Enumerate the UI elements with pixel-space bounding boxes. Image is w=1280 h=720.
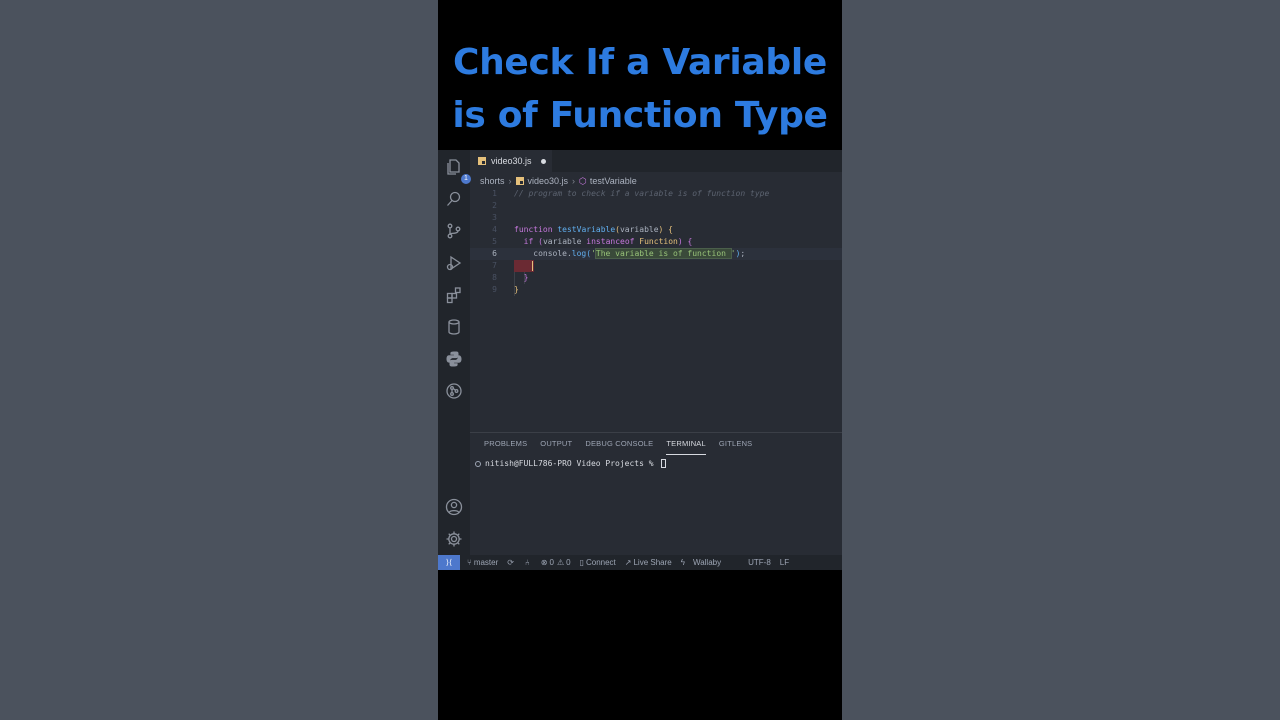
code-text: } <box>514 273 529 282</box>
line-number: 8 <box>492 273 497 282</box>
git-branch-icon: ⑂ <box>467 558 472 567</box>
eol-status[interactable]: LF <box>780 558 789 567</box>
terminal-status-icon <box>475 460 481 467</box>
line-number: 9 <box>492 285 497 294</box>
tab-terminal[interactable]: TERMINAL <box>666 433 706 455</box>
live-share-icon: ↗ <box>624 558 632 567</box>
database-connect-icon: ▯ <box>579 558 584 567</box>
extensions-icon[interactable] <box>445 286 463 304</box>
javascript-file-icon <box>515 177 524 185</box>
connect-status[interactable]: ▯ Connect <box>580 558 616 567</box>
symbol-method-icon: ⬡ <box>579 175 587 186</box>
remote-icon: ⟩⟨ <box>445 558 453 567</box>
tab-filename: video30.js <box>491 156 532 166</box>
wallaby-label: Wallaby <box>692 558 722 567</box>
python-icon[interactable] <box>445 350 463 368</box>
code-line: 5 if (variable instanceof Function) { <box>470 236 842 248</box>
terminal-prompt: nitish@FULL786-PRO Video Projects % <box>485 459 659 468</box>
status-bar: ⟩⟨ ⑂ master ⟳ ⑃ ⊗ 0 ⚠ 0 ▯ Connect ↗ Live… <box>438 555 842 570</box>
branch-status[interactable]: ⑂ master <box>467 558 498 567</box>
bottom-panel: PROBLEMS OUTPUT DEBUG CONSOLE TERMINAL G… <box>470 432 842 556</box>
unsaved-dot-icon[interactable] <box>540 158 546 164</box>
problems-status[interactable]: ⊗ 0 ⚠ 0 <box>541 558 571 567</box>
warning-icon: ⚠ <box>556 558 565 567</box>
breadcrumb-file[interactable]: video30.js <box>528 176 569 186</box>
sync-icon: ⟳ <box>507 558 514 567</box>
wallaby-icon: ϟ <box>680 558 685 567</box>
terminal[interactable]: nitish@FULL786-PRO Video Projects % <box>475 459 667 468</box>
error-count: 0 <box>549 558 554 567</box>
live-share-status[interactable]: ↗ Live Share <box>625 558 672 567</box>
code-text: function testVariable(variable) { <box>514 225 673 234</box>
git-graph-button[interactable]: ⑃ <box>525 558 532 567</box>
error-icon: ⊗ <box>540 558 548 567</box>
live-share-label: Live Share <box>633 558 672 567</box>
line-number: 5 <box>492 237 497 246</box>
line-number: 3 <box>492 213 497 222</box>
gitlens-icon[interactable] <box>445 382 463 400</box>
database-icon[interactable] <box>445 318 463 336</box>
terminal-cursor <box>661 459 667 468</box>
error-highlight <box>514 260 534 272</box>
code-line: 9 } <box>470 284 842 296</box>
line-number: 2 <box>492 201 497 210</box>
search-icon[interactable] <box>445 190 463 208</box>
tab-gitlens[interactable]: GITLENS <box>719 433 753 455</box>
code-line: 3 <box>470 212 842 224</box>
vscode-window: 1 video30.js shorts › video30.js › ⬡ tes… <box>438 150 842 570</box>
breadcrumb-symbol[interactable]: testVariable <box>590 176 637 186</box>
gear-icon[interactable] <box>445 530 463 548</box>
eol-label: LF <box>779 558 790 567</box>
background-right <box>842 0 1280 720</box>
video-title-line-1: Check If a Variable <box>452 42 828 83</box>
chevron-right-icon: › <box>572 176 576 186</box>
git-graph-icon: ⑃ <box>524 558 530 567</box>
code-editor[interactable]: 1 // program to check if a variable is o… <box>470 188 842 428</box>
activity-bar: 1 <box>438 150 471 555</box>
remote-button[interactable]: ⟩⟨ <box>438 555 460 570</box>
code-text: // program to check if a variable is of … <box>514 189 770 198</box>
encoding-label: UTF-8 <box>748 558 771 567</box>
encoding-status[interactable]: UTF-8 <box>748 558 771 567</box>
code-line: 7 <box>470 260 842 272</box>
editor-tab-bar: video30.js <box>470 150 842 172</box>
tab-problems[interactable]: PROBLEMS <box>484 433 527 455</box>
account-icon[interactable] <box>445 498 463 516</box>
code-text: if (variable instanceof Function) { <box>523 237 693 246</box>
video-frame: Check If a Variable is of Function Type … <box>438 0 842 720</box>
tab-output[interactable]: OUTPUT <box>540 433 572 455</box>
video-title-line-2: is of Function Type <box>452 95 828 136</box>
warning-count: 0 <box>566 558 571 567</box>
run-debug-icon[interactable] <box>445 254 463 272</box>
chevron-right-icon: › <box>508 176 512 186</box>
code-line: 2 <box>470 200 842 212</box>
line-number: 6 <box>492 249 497 258</box>
wallaby-status[interactable]: ϟ Wallaby <box>681 558 721 567</box>
code-text: } <box>514 285 519 294</box>
code-line: 4 function testVariable(variable) { <box>470 224 842 236</box>
sync-button[interactable]: ⟳ <box>507 558 516 567</box>
breadcrumb-folder[interactable]: shorts <box>480 176 505 186</box>
text-cursor <box>532 261 533 271</box>
background-left <box>0 0 438 720</box>
panel-tabs: PROBLEMS OUTPUT DEBUG CONSOLE TERMINAL G… <box>470 433 842 455</box>
javascript-file-icon <box>478 157 486 165</box>
connect-label: Connect <box>585 558 616 567</box>
code-line: 1 // program to check if a variable is o… <box>470 188 842 200</box>
branch-name: master <box>473 558 499 567</box>
files-icon[interactable]: 1 <box>445 158 471 184</box>
tab-debug-console[interactable]: DEBUG CONSOLE <box>585 433 653 455</box>
code-line-active: 6 console.log('The variable is of functi… <box>470 248 842 260</box>
line-number: 4 <box>492 225 497 234</box>
code-text: console.log('The variable is of function… <box>514 248 746 259</box>
source-control-icon[interactable] <box>445 222 463 240</box>
video-title: Check If a Variable is of Function Type <box>438 36 842 142</box>
code-line: 8 } <box>470 272 842 284</box>
line-number: 1 <box>492 189 497 198</box>
tab-video30-js[interactable]: video30.js <box>470 150 552 172</box>
line-number: 7 <box>492 261 497 270</box>
